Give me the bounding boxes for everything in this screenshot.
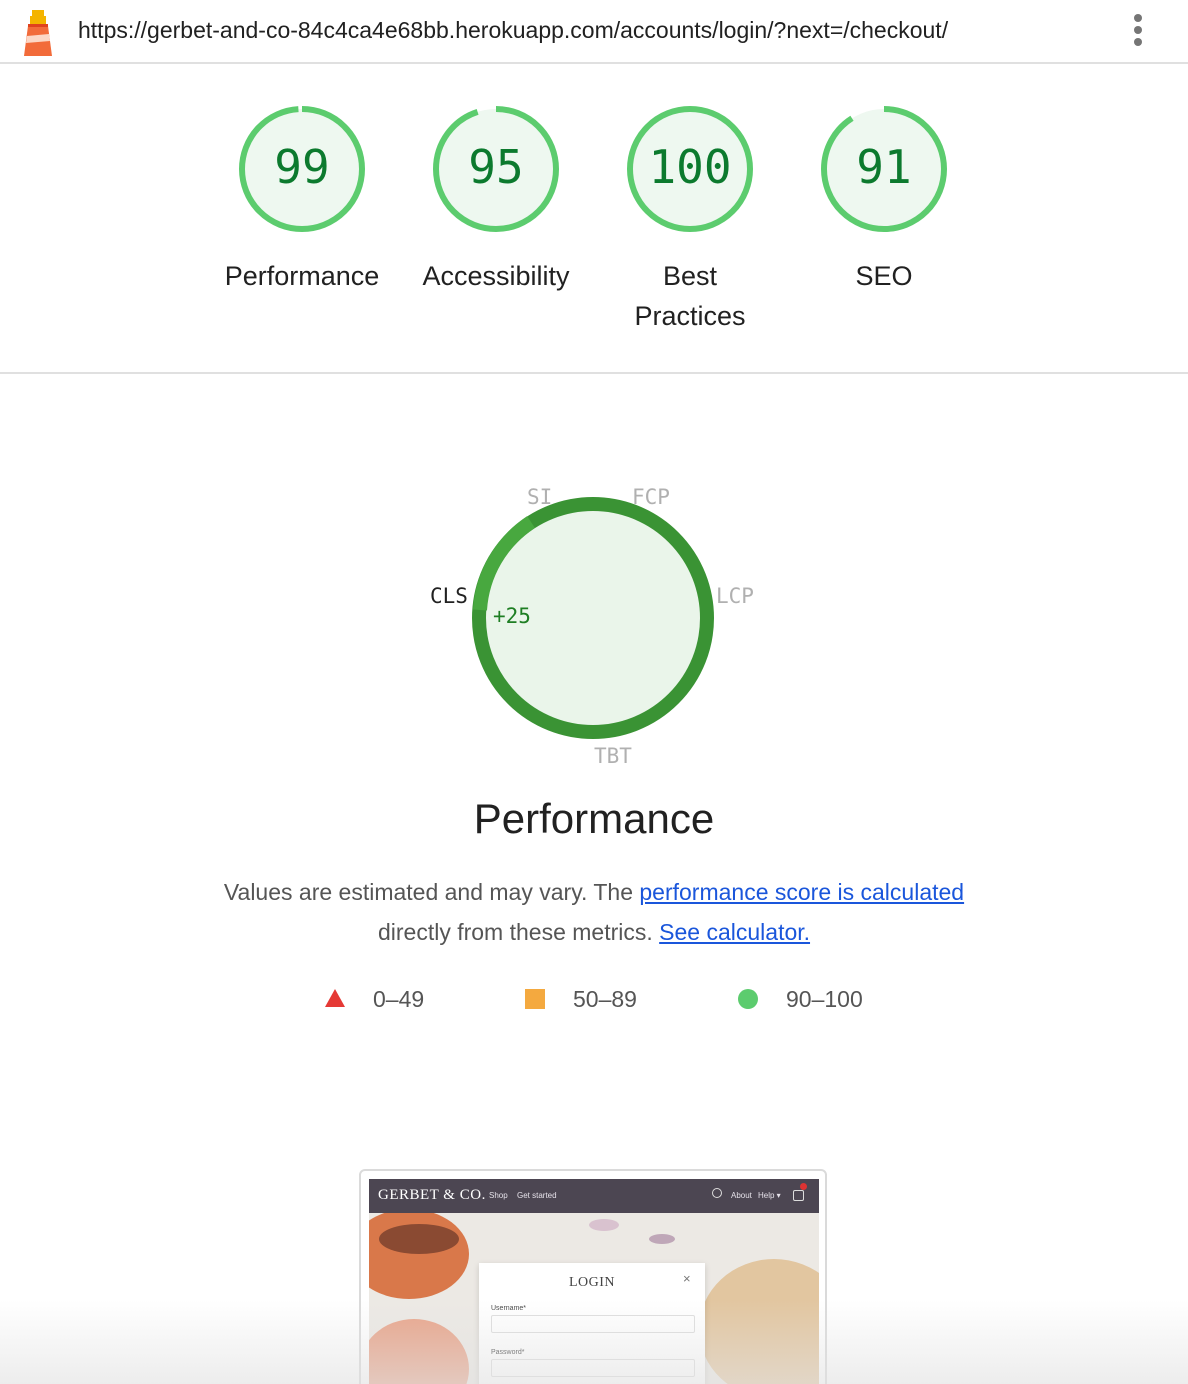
section-title: Performance [473,795,715,842]
preview-login-modal: LOGIN × Username* Password* [479,1263,705,1384]
performance-metrics-gauge: SI FCP LCP TBT CLS +25 [400,470,788,780]
preview-username-label: Username* [491,1305,527,1312]
performance-description: Values are estimated and may vary. The p… [0,872,1188,952]
search-icon [712,1188,722,1198]
score-value: 99 [274,140,330,194]
score-value: 91 [856,140,912,194]
preview-password-label: Password* [491,1349,525,1356]
score-value: 95 [468,140,524,194]
metric-lcp[interactable]: LCP [716,584,754,608]
gauge-accessibility[interactable]: 95 Accessibility [406,104,586,296]
legend-pass: 90–100 [786,986,863,1012]
see-calculator-link[interactable]: See calculator. [659,919,810,945]
metric-delta: +25 [493,604,531,628]
screenshot-image: GERBET & CO. Shop Get started About Help… [369,1179,819,1384]
macaron-shape [369,1209,469,1299]
divider [0,372,1188,374]
desc-text: directly from these metrics. [377,919,653,945]
metric-fcp[interactable]: FCP [632,485,670,509]
desc-text: Values are estimated and may vary. The [223,879,633,905]
gauge-seo[interactable]: 91 SEO [794,104,974,296]
preview-nav-shop: Shop [489,1191,508,1200]
lighthouse-icon [24,10,52,56]
cart-badge [800,1183,807,1190]
average-square-icon [525,989,545,1009]
score-legend: 0–49 50–89 90–100 [0,986,1188,1016]
bag-icon [793,1190,804,1201]
fail-triangle-icon [325,989,345,1007]
macaron-shape [379,1224,459,1254]
gauge-best-practices[interactable]: 100 Best Practices [600,104,780,336]
final-screenshot-preview[interactable]: GERBET & CO. Shop Get started About Help… [359,1169,827,1384]
score-value: 100 [648,140,732,194]
preview-nav-help: Help ▾ [758,1191,781,1200]
preview-nav-about: About [731,1191,752,1200]
pass-circle-icon [738,989,758,1009]
petal-shape [589,1219,619,1231]
metric-tbt[interactable]: TBT [594,744,632,768]
metrics-ring [472,497,714,739]
legend-fail: 0–49 [373,986,425,1012]
preview-brand: GERBET & CO. [378,1187,486,1203]
legend-average: 50–89 [573,986,637,1012]
preview-username-field [491,1315,695,1333]
preview-navbar: GERBET & CO. Shop Get started About Help… [369,1179,819,1213]
url-bar: https://gerbet-and-co-84c4ca4e68bb.herok… [0,0,1188,64]
preview-login-title: LOGIN [568,1275,616,1290]
gauge-performance[interactable]: 99 Performance [212,104,392,296]
petal-shape [649,1234,675,1244]
score-label: Best Practices [634,261,746,331]
score-calculated-link[interactable]: performance score is calculated [639,879,964,905]
score-label: SEO [855,261,913,291]
metric-cls[interactable]: CLS [430,584,468,608]
score-label: Performance [224,261,380,291]
preview-nav-get-started: Get started [517,1191,557,1200]
flower-shape [699,1259,819,1384]
metric-si[interactable]: SI [527,485,552,509]
close-icon: × [683,1271,691,1286]
kebab-menu-icon[interactable] [1126,14,1150,50]
score-label: Accessibility [422,261,570,291]
preview-password-field [491,1359,695,1377]
url-text[interactable]: https://gerbet-and-co-84c4ca4e68bb.herok… [78,17,948,44]
macaron-shape [369,1319,469,1384]
